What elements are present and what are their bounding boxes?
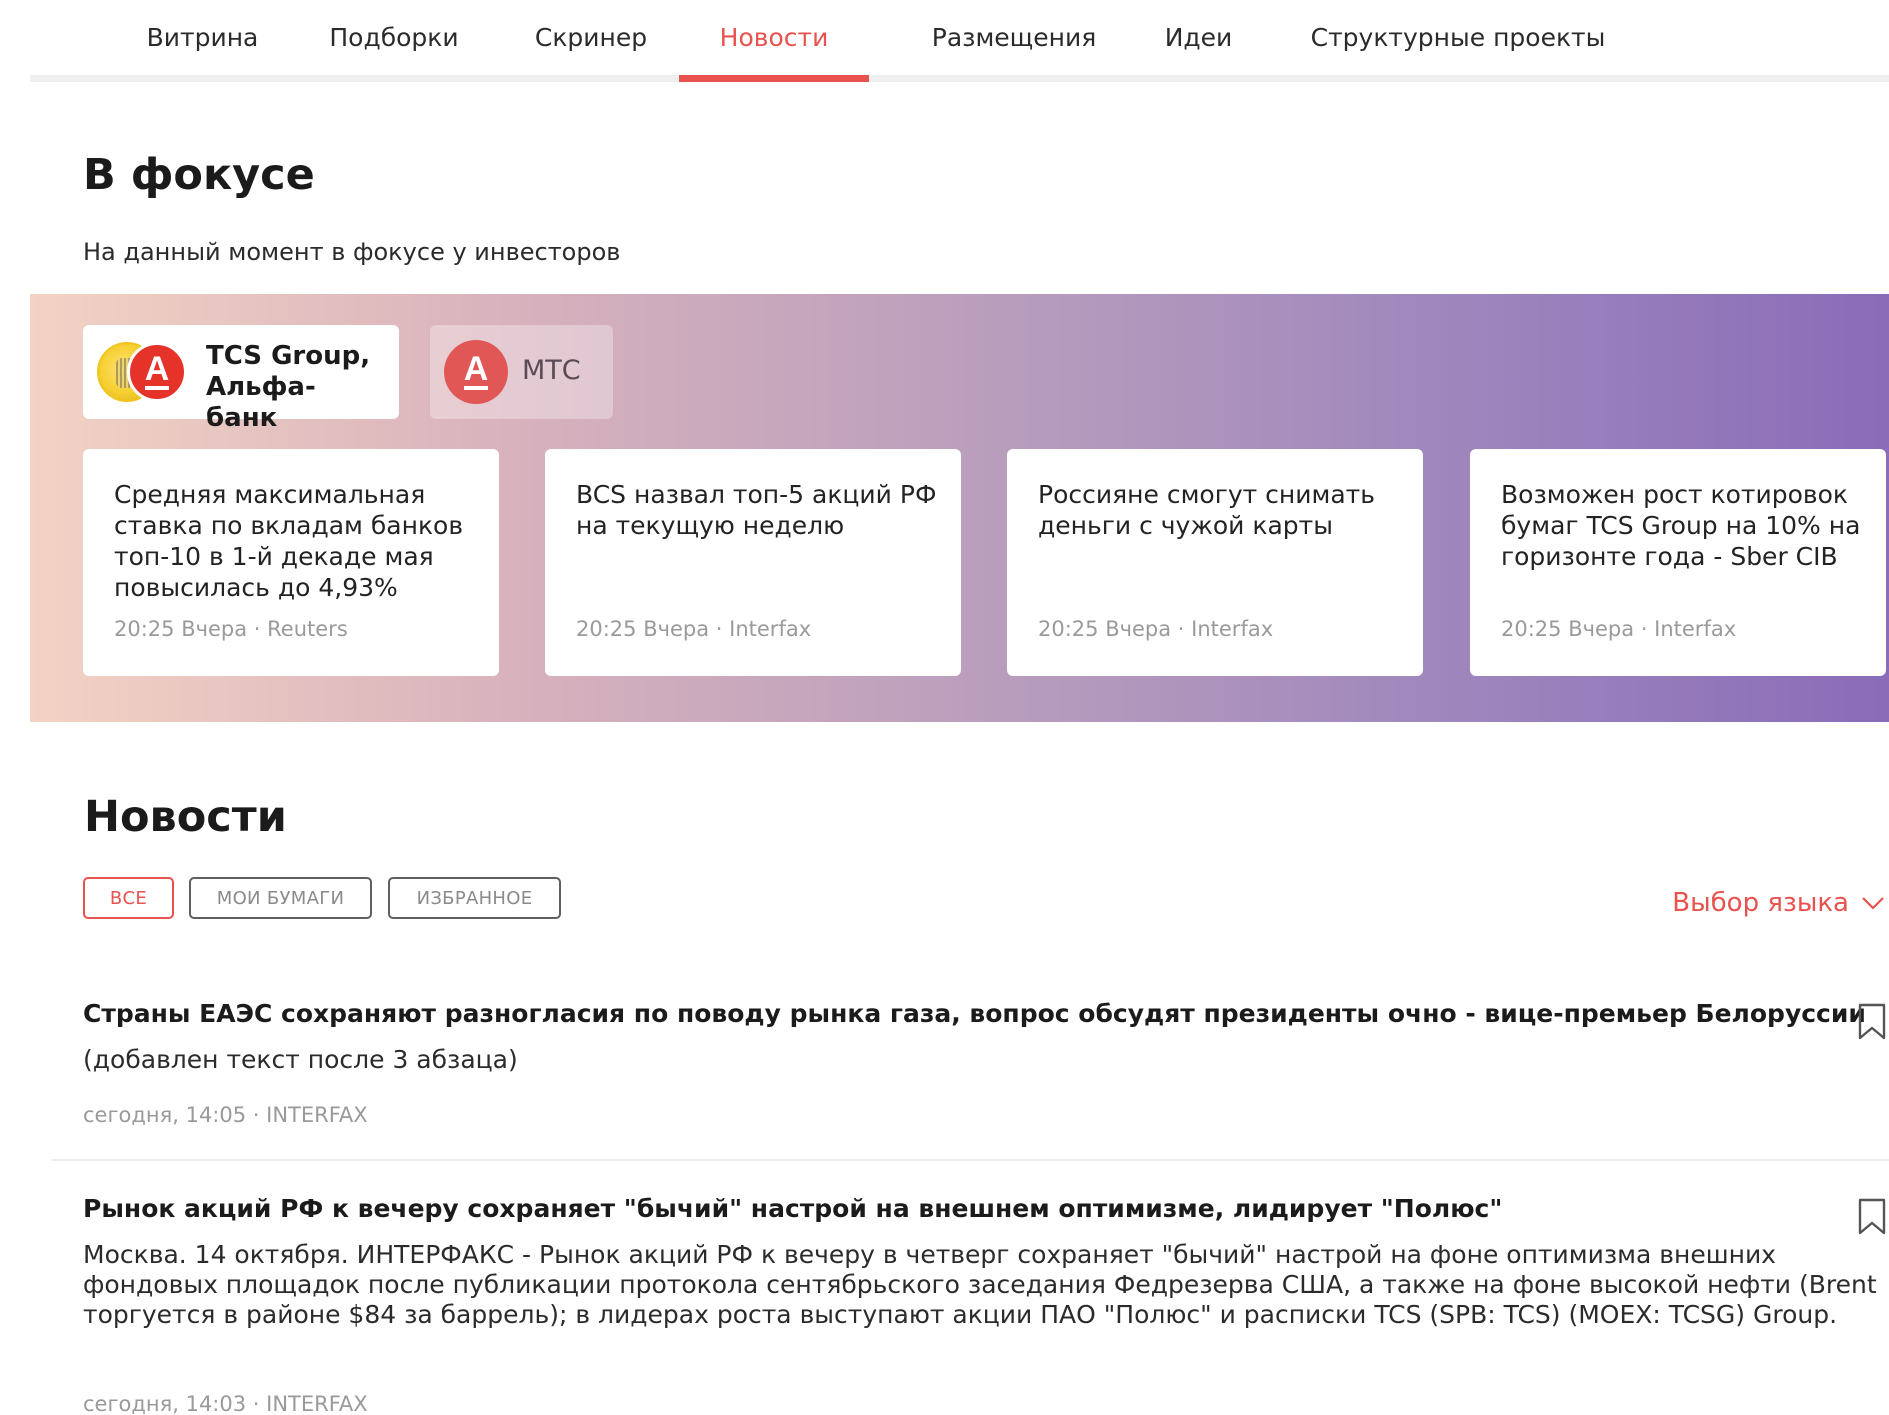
focus-card-title: Возможен рост котировок бумаг TCS Group … [1501,480,1861,571]
focus-band: А TCS Group, Альфа-банк А МТС Средняя ма… [30,294,1889,722]
alfa-logo-bar [145,386,169,390]
bookmark-icon[interactable] [1857,1003,1887,1041]
focus-title: В фокусе [83,150,315,200]
tab-podborki[interactable]: Подборки [313,0,475,75]
alfa-logo-letter: А [463,350,489,388]
company-chip-label: МТС [522,355,581,386]
focus-news-card[interactable]: Россияне смогут снимать деньги с чужой к… [1007,449,1423,676]
alfa-logo-bar [464,386,488,390]
language-select-label: Выбор языка [1672,888,1849,918]
alfa-bank-logo: А [127,342,187,402]
focus-card-meta: 20:25 Вчера · Interfax [1038,617,1274,641]
focus-card-title: BCS назвал топ-5 акций РФ на текущую нед… [576,480,937,540]
tab-skriner[interactable]: Скринер [516,0,666,75]
bookmark-icon[interactable] [1857,1198,1887,1236]
chevron-down-icon [1862,897,1884,910]
focus-card-title: Средняя максимальная ставка по вкладам б… [114,480,464,602]
news-title: Новости [84,792,287,842]
news-list-item: Рынок акций РФ к вечеру сохраняет "бычий… [52,1185,1889,1415]
tab-vitrina[interactable]: Витрина [122,0,283,75]
news-divider [52,1159,1889,1161]
news-item-meta: сегодня, 14:03 · INTERFAX [83,1392,368,1415]
focus-card-meta: 20:25 Вчера · Interfax [1501,617,1737,641]
tab-novosti[interactable]: Новости [679,0,869,82]
news-item-meta: сегодня, 14:05 · INTERFAX [83,1103,368,1127]
tab-idei[interactable]: Идеи [1143,0,1254,75]
company-chip-label: TCS Group, Альфа-банк [206,341,371,433]
filter-favorites[interactable]: ИЗБРАННОЕ [388,877,561,919]
tab-strukturnye-proekty[interactable]: Структурные проекты [1293,0,1623,75]
news-item-title[interactable]: Рынок акций РФ к вечеру сохраняет "бычий… [83,1194,1502,1223]
alfa-logo-letter: А [144,350,170,388]
focus-card-title: Россияне смогут снимать деньги с чужой к… [1038,480,1375,540]
filter-my-securities[interactable]: МОИ БУМАГИ [189,877,372,919]
focus-card-meta: 20:25 Вчера · Interfax [576,617,812,641]
page: Витрина Подборки Скринер Новости Размеще… [0,0,1889,1415]
focus-news-card[interactable]: Возможен рост котировок бумаг TCS Group … [1470,449,1886,676]
language-select[interactable]: Выбор языка [1672,888,1885,918]
focus-subtitle: На данный момент в фокусе у инвесторов [83,238,621,266]
news-list-item: Страны ЕАЭС сохраняют разногласия по пов… [52,990,1889,1140]
tab-razmeshcheniya[interactable]: Размещения [906,0,1122,75]
filter-all[interactable]: ВСЕ [83,877,174,919]
company-logos: А [97,342,189,402]
news-item-text: Москва. 14 октября. ИНТЕРФАКС - Рынок ак… [83,1240,1877,1329]
focus-news-card[interactable]: Средняя максимальная ставка по вкладам б… [83,449,499,676]
alfa-bank-logo: А [444,340,508,404]
focus-news-card[interactable]: BCS назвал топ-5 акций РФ на текущую нед… [545,449,961,676]
company-chip-tcs-alfa[interactable]: А TCS Group, Альфа-банк [83,325,399,433]
news-item-text: (добавлен текст после 3 абзаца) [83,1045,518,1074]
news-item-title[interactable]: Страны ЕАЭС сохраняют разногласия по пов… [83,999,1866,1028]
company-chip-mts[interactable]: А МТС [430,325,613,419]
top-navigation: Витрина Подборки Скринер Новости Размеще… [30,0,1889,82]
focus-card-meta: 20:25 Вчера · Reuters [114,617,348,641]
